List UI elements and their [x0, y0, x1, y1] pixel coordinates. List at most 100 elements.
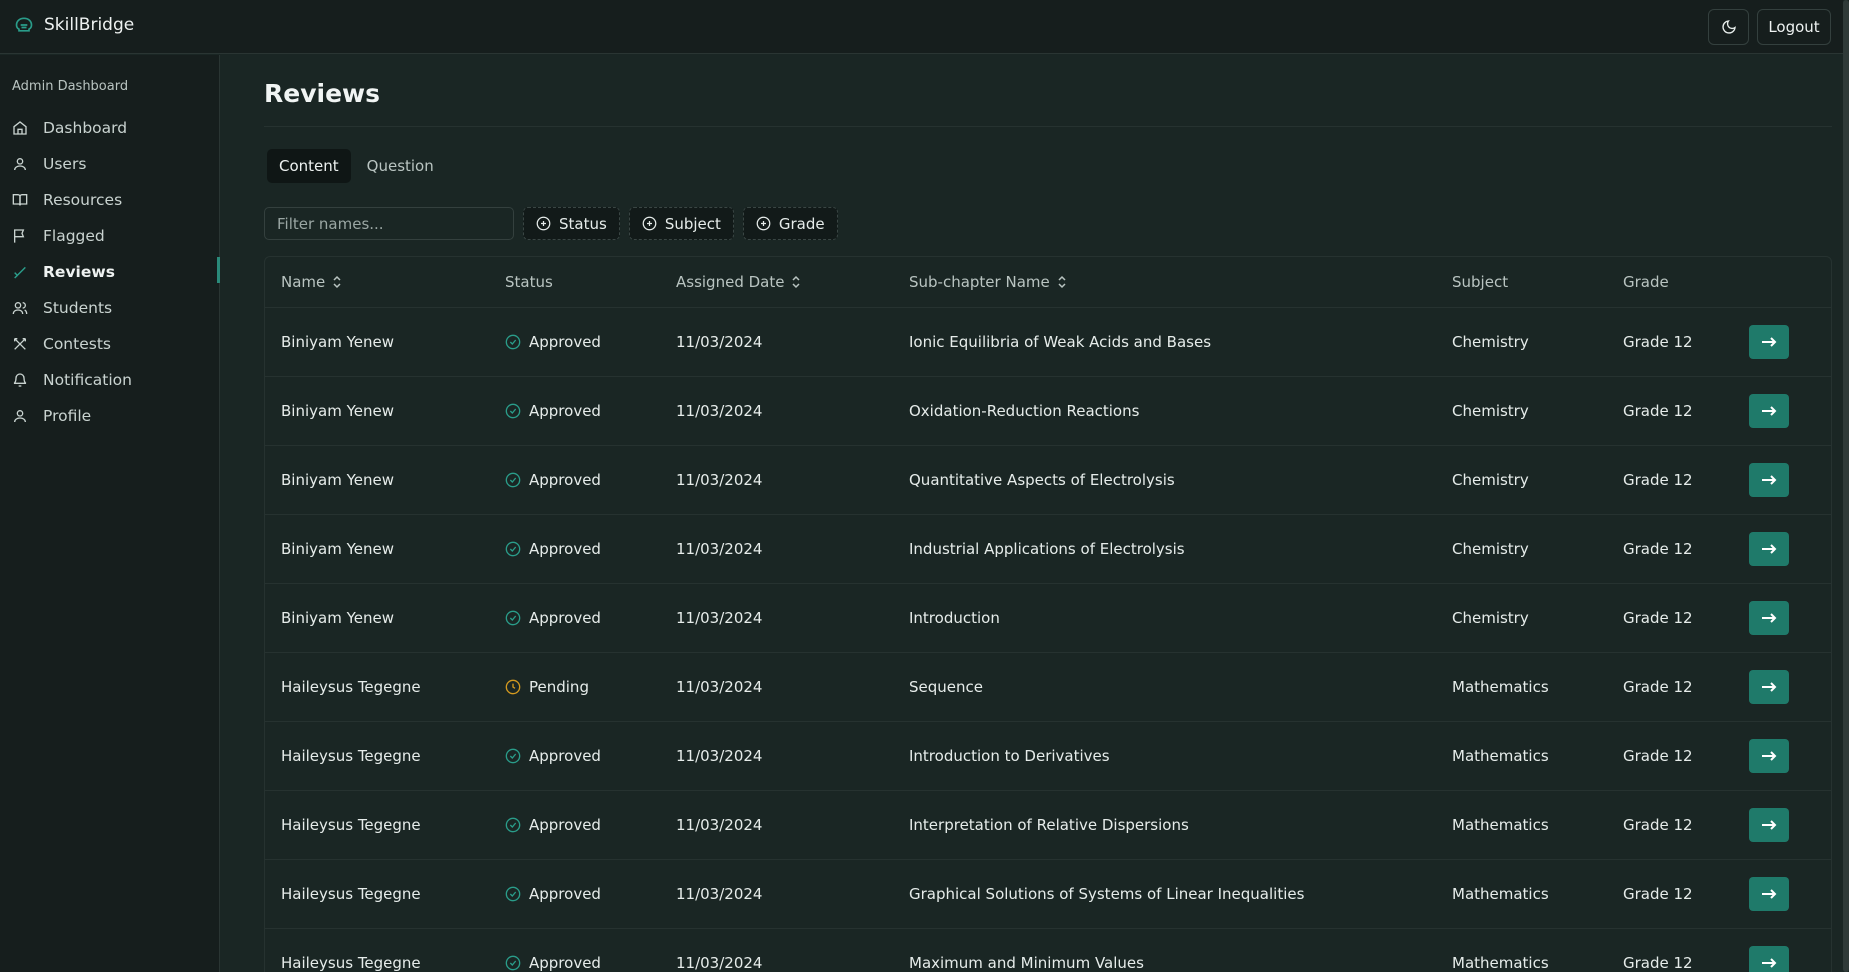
page-title: Reviews: [264, 79, 381, 108]
cell-grade: Grade 12: [1607, 721, 1733, 791]
cell-action: [1733, 445, 1831, 515]
status-label: Approved: [529, 815, 601, 834]
scrollbar-thumb[interactable]: [1843, 0, 1849, 972]
reviews-table: Name Status Assigned Date Sub-chapter Na…: [264, 256, 1832, 972]
sidebar-item-label: Contests: [43, 335, 111, 353]
flag-icon: [14, 229, 25, 243]
arrow-right-icon: [1762, 405, 1777, 416]
open-review-button[interactable]: [1749, 531, 1789, 566]
sidebar-item-profile[interactable]: Profile: [0, 398, 220, 434]
table-row: Biniyam Yenew Approved 11/03/2024 Oxidation…: [265, 376, 1831, 446]
status-filter-label: Status: [559, 214, 607, 233]
cell-grade: Grade 12: [1607, 307, 1733, 377]
cell-subchapter: Industrial Applications of Electrolysis: [893, 514, 1436, 584]
cell-action: [1733, 307, 1831, 377]
sidebar-item-label: Profile: [43, 407, 92, 425]
status-label: Approved: [529, 470, 601, 489]
cell-subchapter: Introduction to Derivatives: [893, 721, 1436, 791]
cell-action: [1733, 790, 1831, 860]
cell-name: Haileysus Tegegne: [265, 928, 489, 972]
tab-content[interactable]: Content: [267, 149, 351, 183]
cell-assigned-date: 11/03/2024: [660, 583, 893, 653]
check-circle-icon: [505, 955, 521, 970]
sidebar: Admin Dashboard Dashboard Users Resource…: [0, 55, 220, 972]
column-header-assigned-date[interactable]: Assigned Date: [660, 257, 893, 308]
column-header-actions: [1733, 257, 1831, 308]
sidebar-item-flagged[interactable]: Flagged: [0, 218, 220, 254]
top-bar: SkillBridge Logout: [0, 0, 1849, 54]
open-review-button[interactable]: [1749, 738, 1789, 773]
clock-icon: [505, 679, 521, 694]
grade-filter-button[interactable]: Grade: [742, 207, 838, 240]
column-header-status: Status: [489, 257, 660, 308]
filter-names-input[interactable]: [264, 207, 514, 240]
open-review-button[interactable]: [1749, 600, 1789, 635]
cell-status: Approved: [489, 583, 660, 653]
cell-status: Approved: [489, 445, 660, 515]
cell-subchapter: Oxidation-Reduction Reactions: [893, 376, 1436, 446]
cell-subchapter: Introduction: [893, 583, 1436, 653]
check-circle-icon: [505, 610, 521, 625]
tab-list: Content Question: [264, 146, 449, 184]
cell-name: Biniyam Yenew: [265, 376, 489, 446]
table-row: Biniyam Yenew Approved 11/03/2024 Quantitat…: [265, 445, 1831, 515]
sidebar-item-dashboard[interactable]: Dashboard: [0, 110, 220, 146]
brand[interactable]: SkillBridge: [14, 15, 134, 35]
column-header-subchapter[interactable]: Sub-chapter Name: [893, 257, 1436, 308]
column-header-subject: Subject: [1436, 257, 1607, 308]
theme-toggle-button[interactable]: [1708, 9, 1749, 45]
open-review-button[interactable]: [1749, 876, 1789, 911]
sidebar-item-notification[interactable]: Notification: [0, 362, 220, 398]
subject-filter-label: Subject: [664, 214, 721, 233]
sidebar-item-reviews[interactable]: Reviews: [0, 254, 220, 290]
cell-name: Biniyam Yenew: [265, 583, 489, 653]
table-row: Haileysus Tegegne Approved 11/03/2024 Inter…: [265, 790, 1831, 860]
column-header-name[interactable]: Name: [265, 257, 489, 308]
tab-question[interactable]: Question: [355, 149, 446, 183]
cell-name: Biniyam Yenew: [265, 514, 489, 584]
status-badge: Pending: [505, 678, 660, 696]
book-icon: [12, 194, 28, 206]
open-review-button[interactable]: [1749, 945, 1789, 972]
divider: [264, 126, 1832, 127]
open-review-button[interactable]: [1749, 807, 1789, 842]
check-circle-icon: [505, 403, 521, 418]
cell-action: [1733, 721, 1831, 791]
cell-subject: Chemistry: [1436, 307, 1607, 377]
table-body: Biniyam Yenew Approved 11/03/2024 Ionic Equ…: [265, 307, 1831, 972]
arrow-right-icon: [1762, 888, 1777, 899]
sidebar-item-label: Resources: [43, 191, 123, 209]
subject-filter-button[interactable]: Subject: [628, 207, 734, 240]
scrollbar[interactable]: [1843, 0, 1849, 972]
cell-name: Biniyam Yenew: [265, 307, 489, 377]
cell-subchapter: Ionic Equilibria of Weak Acids and Bases: [893, 307, 1436, 377]
status-label: Approved: [529, 539, 601, 558]
cell-grade: Grade 12: [1607, 790, 1733, 860]
status-filter-button[interactable]: Status: [523, 207, 620, 240]
arrow-right-icon: [1762, 819, 1777, 830]
app-name: SkillBridge: [44, 15, 135, 35]
sidebar-item-contests[interactable]: Contests: [0, 326, 220, 362]
table-header-row: Name Status Assigned Date Sub-chapter Na…: [265, 257, 1831, 308]
sidebar-item-resources[interactable]: Resources: [0, 182, 220, 218]
cell-name: Haileysus Tegegne: [265, 652, 489, 722]
cell-grade: Grade 12: [1607, 652, 1733, 722]
column-header-label: Assigned Date: [676, 272, 785, 291]
arrow-right-icon: [1762, 681, 1777, 692]
open-review-button[interactable]: [1749, 669, 1789, 704]
cell-subject: Mathematics: [1436, 928, 1607, 972]
open-review-button[interactable]: [1749, 324, 1789, 359]
sidebar-item-users[interactable]: Users: [0, 146, 220, 182]
arrow-right-icon: [1762, 336, 1777, 347]
logout-button[interactable]: Logout: [1757, 9, 1831, 45]
sidebar-item-students[interactable]: Students: [0, 290, 220, 326]
table-row: Biniyam Yenew Approved 11/03/2024 Introduct…: [265, 583, 1831, 653]
sort-icon: [792, 276, 800, 289]
table-row: Haileysus Tegegne Approved 11/03/2024 Graph…: [265, 859, 1831, 929]
cell-name: Haileysus Tegegne: [265, 859, 489, 929]
user-icon: [14, 158, 26, 171]
status-badge: Approved: [505, 540, 660, 558]
cell-grade: Grade 12: [1607, 514, 1733, 584]
open-review-button[interactable]: [1749, 462, 1789, 497]
open-review-button[interactable]: [1749, 393, 1789, 428]
